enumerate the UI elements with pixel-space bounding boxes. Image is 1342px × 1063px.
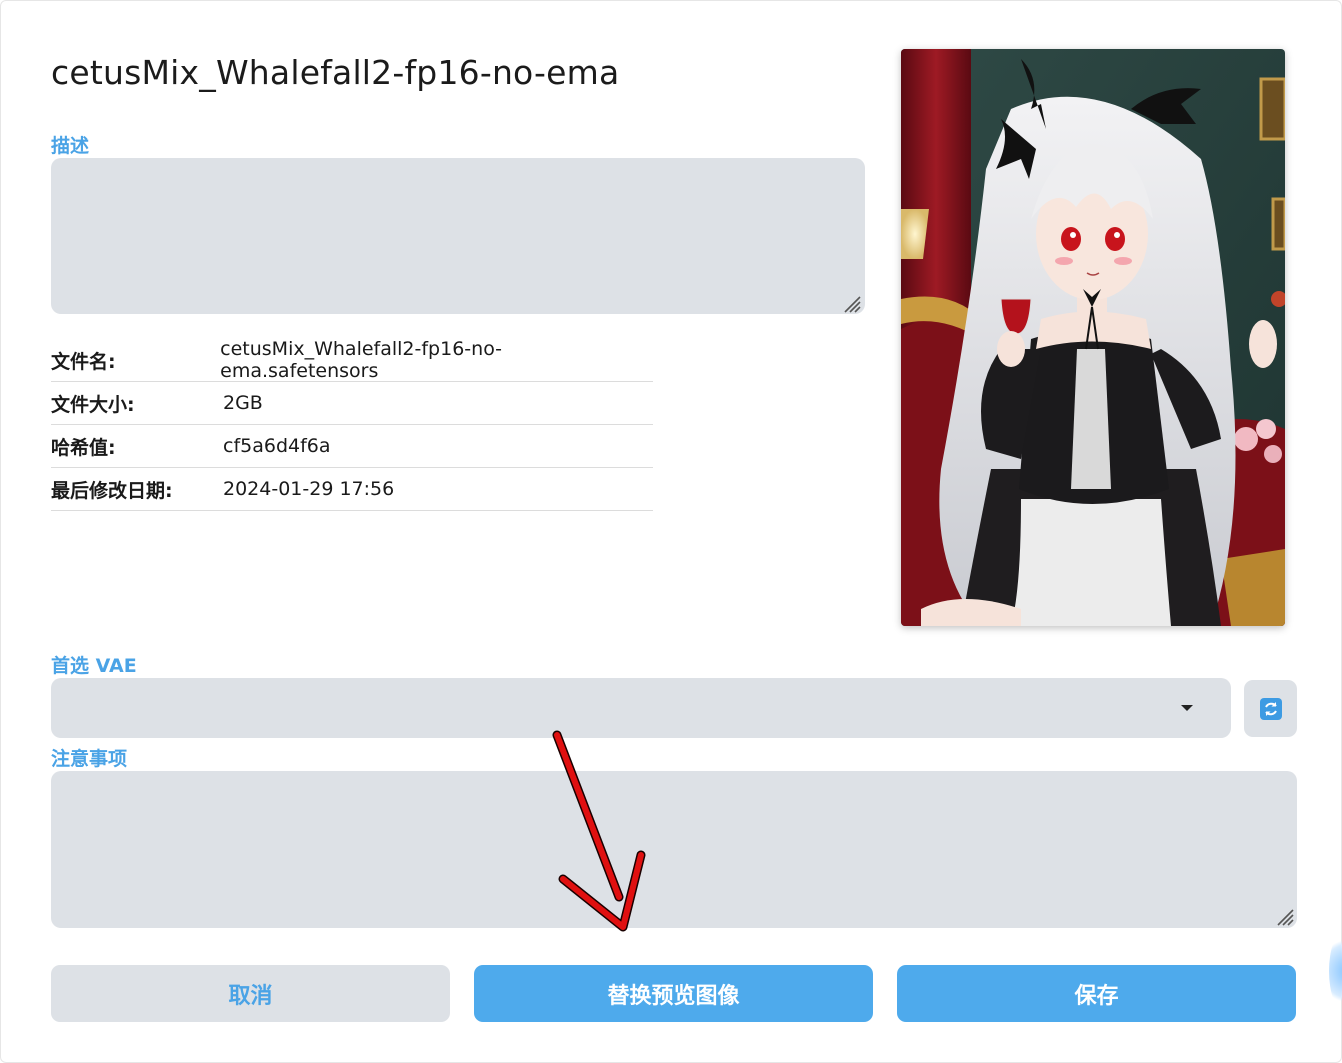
notes-label: 注意事项 — [51, 748, 128, 770]
chevron-down-icon — [1181, 705, 1193, 711]
info-row-filename: 文件名: cetusMix_Whalefall2-fp16-no-ema.saf… — [51, 338, 653, 382]
preview-image — [901, 49, 1285, 626]
info-row-modified: 最后修改日期: 2024-01-29 17:56 — [51, 468, 653, 511]
refresh-vae-button[interactable] — [1244, 680, 1297, 737]
description-label: 描述 — [51, 135, 90, 157]
info-key: 文件名: — [51, 350, 116, 373]
cancel-button[interactable]: 取消 — [51, 965, 450, 1022]
info-row-filesize: 文件大小: 2GB — [51, 382, 653, 425]
description-textarea[interactable] — [51, 158, 865, 314]
model-info-table: 文件名: cetusMix_Whalefall2-fp16-no-ema.saf… — [51, 338, 653, 511]
info-value: 2GB — [223, 392, 263, 414]
info-value: cetusMix_Whalefall2-fp16-no-ema.safetens… — [220, 338, 503, 382]
info-value: 2024-01-29 17:56 — [223, 478, 395, 500]
model-edit-dialog: cetusMix_Whalefall2-fp16-no-ema 描述 文件名: … — [0, 0, 1342, 1063]
refresh-icon — [1259, 697, 1282, 720]
vae-select[interactable] — [51, 678, 1231, 738]
info-key: 哈希值: — [51, 436, 116, 459]
info-key: 文件大小: — [51, 393, 135, 416]
info-row-hash: 哈希值: cf5a6d4f6a — [51, 425, 653, 468]
replace-preview-button[interactable]: 替换预览图像 — [474, 965, 873, 1022]
resize-handle-icon[interactable] — [1274, 906, 1294, 926]
info-value: cf5a6d4f6a — [223, 435, 331, 457]
vae-label: 首选 VAE — [51, 655, 137, 677]
save-button[interactable]: 保存 — [897, 965, 1296, 1022]
model-title: cetusMix_Whalefall2-fp16-no-ema — [51, 53, 620, 92]
decorative-edge-glow — [1329, 931, 1342, 1011]
info-key: 最后修改日期: — [51, 479, 173, 502]
notes-textarea[interactable] — [51, 771, 1297, 928]
resize-handle-icon[interactable] — [841, 293, 861, 313]
